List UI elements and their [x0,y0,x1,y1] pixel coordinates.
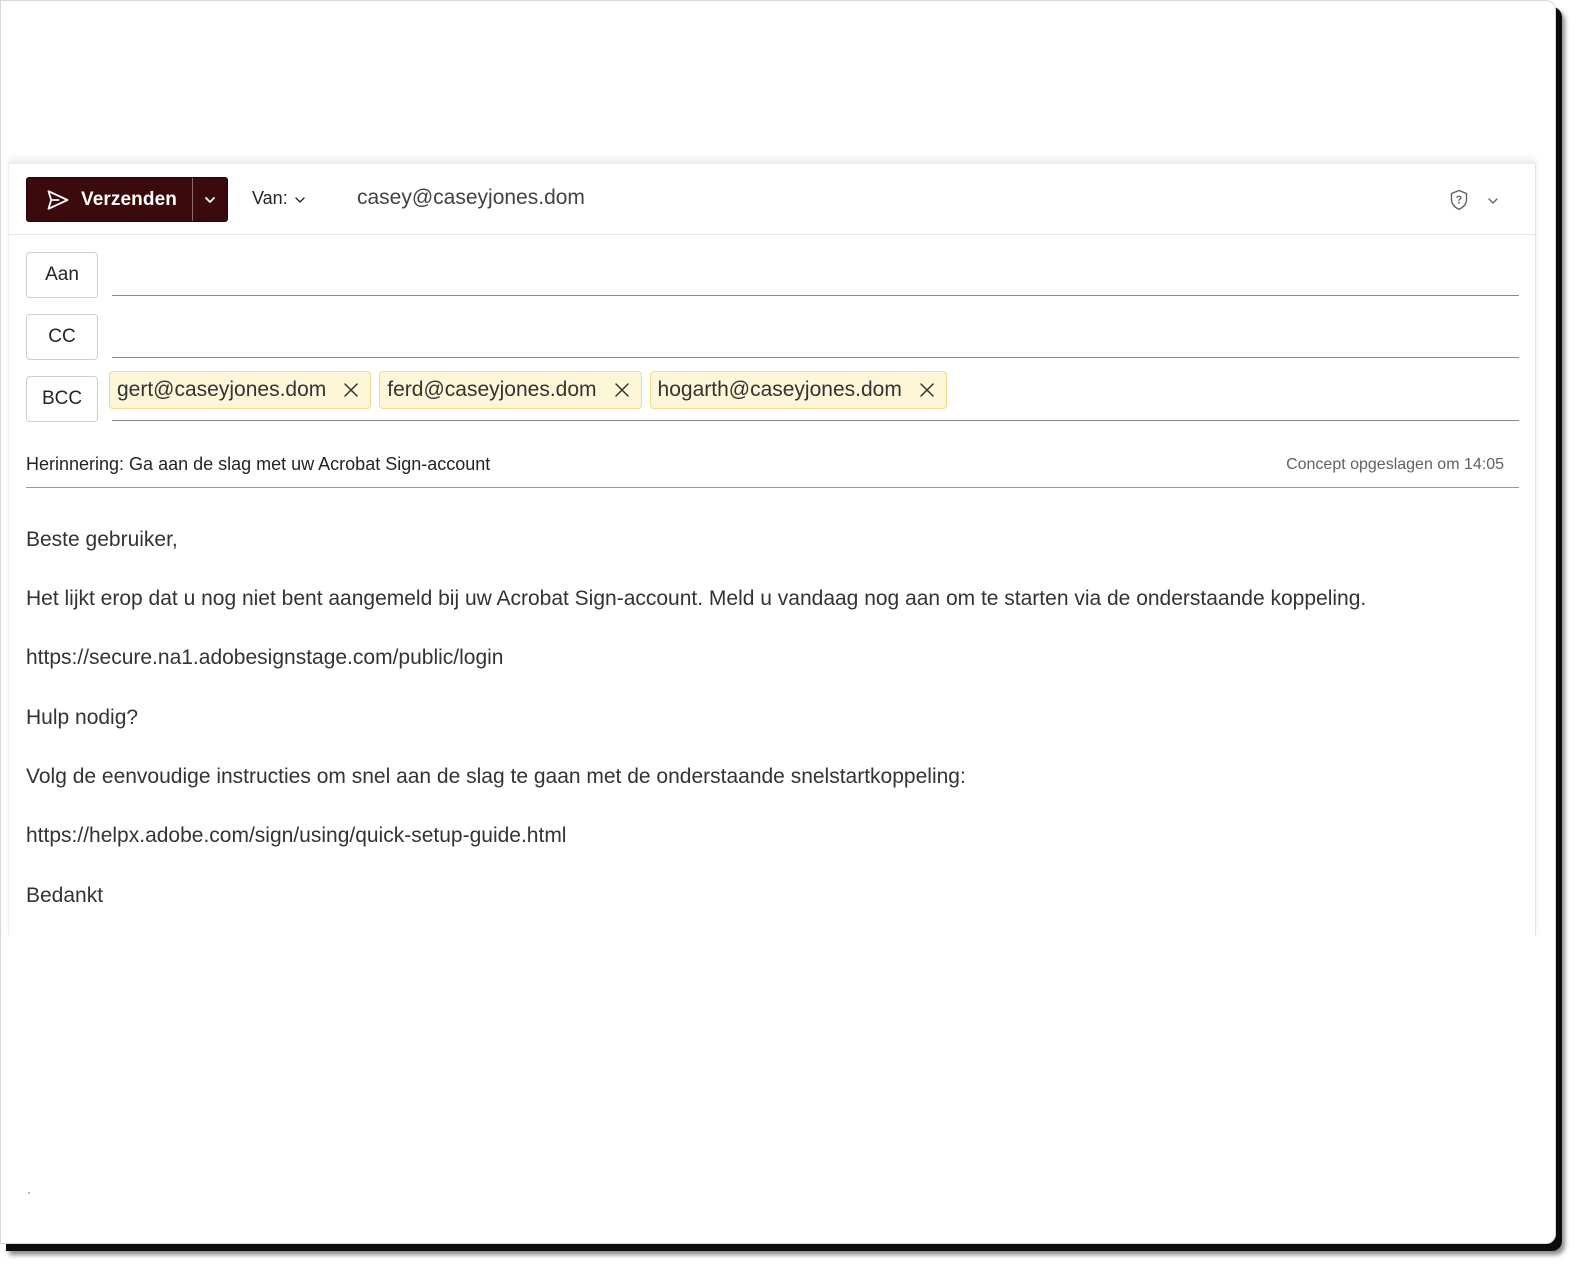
from-dropdown[interactable]: Van: [252,188,306,209]
bcc-button[interactable]: BCC [26,376,98,422]
subject-underline [26,487,1519,488]
recipient-chip[interactable]: hogarth@caseyjones.dom [649,371,947,409]
to-input[interactable] [112,252,1519,296]
send-button-label: Verzenden [81,188,177,210]
send-button[interactable]: Verzenden [27,178,192,221]
from-address: casey@caseyjones.dom [357,186,585,209]
chevron-down-icon [205,196,215,203]
subject-input[interactable]: Herinnering: Ga aan de slag met uw Acrob… [26,454,490,475]
cc-button[interactable]: CC [26,314,98,360]
recipient-chip-address: ferd@caseyjones.dom [387,378,597,401]
send-icon [47,189,69,210]
to-field-underline [112,295,1519,296]
from-label: Van: [252,188,288,208]
body-paragraph: Hulp nodig? [26,706,139,729]
cc-input[interactable] [112,314,1519,358]
recipient-chip-address: hogarth@caseyjones.dom [657,378,902,401]
body-paragraph: Bedankt [26,884,104,907]
chevron-down-icon[interactable] [1486,194,1500,208]
body-paragraph: Volg de eenvoudige instructies om snel a… [26,765,966,788]
body-link[interactable]: https://secure.na1.adobesignstage.com/pu… [26,646,503,670]
body-paragraph: Beste gebruiker, [26,528,178,551]
mail-compose-pane: Verzenden Van: casey@caseyjones.dom Aan [8,163,1536,936]
recipient-chip[interactable]: ferd@caseyjones.dom [379,371,642,409]
recipient-chip[interactable]: gert@caseyjones.dom [109,371,372,409]
bcc-field-underline [112,420,1519,421]
close-icon[interactable] [613,381,631,399]
draft-saved-status: Concept opgeslagen om 14:05 [1286,456,1504,473]
bcc-recipient-list: gert@caseyjones.dom ferd@caseyjones.dom … [109,371,947,409]
body-link[interactable]: https://helpx.adobe.com/sign/using/quick… [26,824,566,848]
close-icon[interactable] [342,381,360,399]
send-button-group: Verzenden [26,177,228,222]
to-button[interactable]: Aan [26,252,98,298]
compose-toolbar: Verzenden Van: casey@caseyjones.dom [9,164,1535,235]
artifact-dot [28,1192,30,1194]
body-paragraph: Het lijkt erop dat u nog niet bent aange… [26,587,1367,610]
close-icon[interactable] [918,381,936,399]
recipient-chip-address: gert@caseyjones.dom [117,378,327,401]
send-options-button[interactable] [192,178,227,221]
shield-icon[interactable] [1449,189,1469,211]
cc-field-underline [112,357,1519,358]
chevron-down-icon [295,197,305,203]
